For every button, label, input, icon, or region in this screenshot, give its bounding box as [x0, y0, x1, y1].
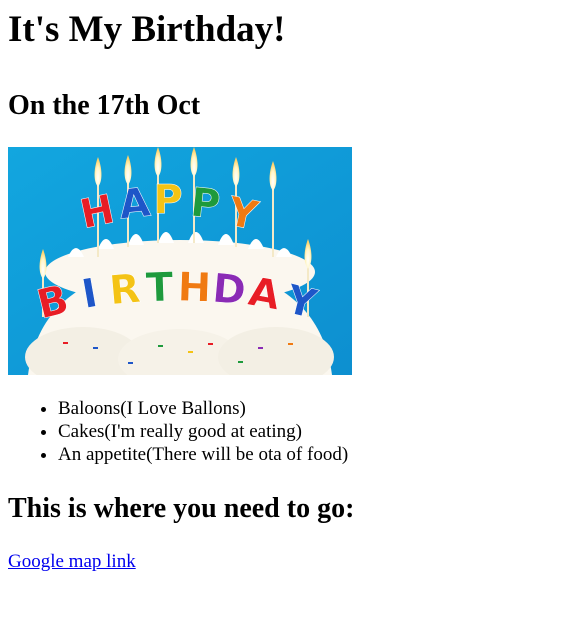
cake-letter: A	[117, 180, 153, 229]
directions-heading: This is where you need to go:	[8, 493, 355, 524]
cake-letter: R	[108, 266, 143, 315]
cake-letter: D	[211, 266, 248, 315]
birthday-date: On the 17th Oct	[8, 90, 201, 121]
list-item: Cakes(I'm really good at eating)	[58, 420, 565, 443]
list-item: An appetite(There will be ota of food)	[58, 443, 565, 466]
cake-letter: T	[145, 265, 175, 312]
list-item: Baloons(I Love Ballons)	[58, 397, 565, 420]
cake-letter: P	[153, 177, 182, 223]
bring-list: Baloons(I Love Ballons) Cakes(I'm really…	[8, 397, 565, 466]
cake-letter: P	[188, 180, 222, 229]
birthday-cake-image: HA P P Y B I R T HDAY	[8, 147, 352, 375]
google-map-link[interactable]: Google map link	[8, 551, 136, 573]
cake-letter: H	[177, 264, 212, 311]
page-title: It's My Birthday!	[8, 9, 286, 50]
